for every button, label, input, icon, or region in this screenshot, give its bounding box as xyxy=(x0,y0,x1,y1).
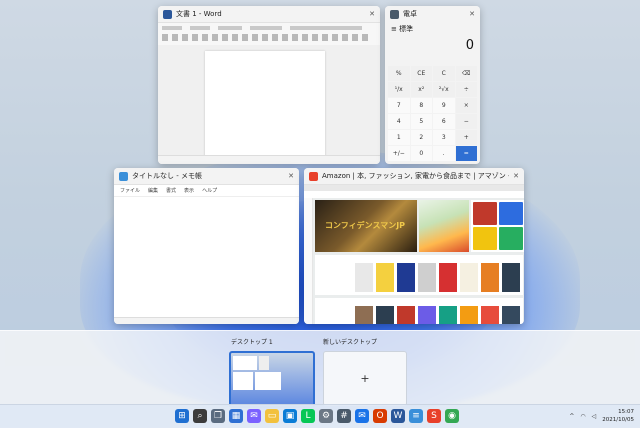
calculator-key[interactable]: % xyxy=(388,66,410,81)
calculator-key[interactable]: ÷ xyxy=(455,82,477,97)
clock-date: 2021/10/05 xyxy=(602,417,634,423)
browser-title: Amazon | 本, ファッション, 家電から食品まで | アマゾン - Si… xyxy=(322,172,509,180)
notepad-titlebar[interactable]: タイトルなし - メモ帳 ✕ xyxy=(114,168,299,185)
notepad-window[interactable]: タイトルなし - メモ帳 ✕ ファイル 編集 書式 表示 ヘルプ xyxy=(114,168,299,324)
notepad-title: タイトルなし - メモ帳 xyxy=(132,172,202,180)
close-icon[interactable]: ✕ xyxy=(288,172,294,180)
calculator-key[interactable]: 7 xyxy=(388,98,410,113)
notepad-app-icon xyxy=(119,171,128,181)
taskbar: ⊞ ⌕ ❐ ▦ ✉ ▭ ▣ L ⚙ # ✉ O W ≡ S ◉ ^ ◠ ◁ 15:07 2021/10/05 xyxy=(0,404,640,428)
word-title: 文書 1 - Word xyxy=(176,10,222,18)
taskview-icon[interactable]: ❐ xyxy=(211,409,225,423)
desktop-1-thumbnail[interactable] xyxy=(229,351,315,408)
notepad-menu-item[interactable]: 編集 xyxy=(148,187,158,194)
line-icon[interactable]: L xyxy=(301,409,315,423)
calculator-key[interactable]: ⌫ xyxy=(455,66,477,81)
calculator-key[interactable]: 5 xyxy=(410,114,432,129)
calculator-key[interactable]: 6 xyxy=(433,114,455,129)
promo-food-tile[interactable] xyxy=(419,200,469,252)
close-icon[interactable]: ✕ xyxy=(369,10,375,18)
office-icon[interactable]: O xyxy=(373,409,387,423)
word-page[interactable] xyxy=(205,51,325,159)
sidekick-sidebar[interactable] xyxy=(304,198,313,324)
calculator-key[interactable]: . xyxy=(433,146,455,161)
notepad-menu-item[interactable]: 書式 xyxy=(166,187,176,194)
calculator-key[interactable]: 9 xyxy=(433,98,455,113)
plus-icon: + xyxy=(360,372,370,385)
calculator-key[interactable]: 0 xyxy=(410,146,432,161)
calculator-window[interactable]: 電卓 ✕ ≡ 標準 0 % CE C ⌫ ¹/x x² ²√x ÷ 7 8 9 × 4 5 6− 1 2 3 + +/… xyxy=(385,6,480,164)
word-canvas xyxy=(158,45,380,159)
calculator-key[interactable]: x² xyxy=(410,82,432,97)
product-shelf xyxy=(315,255,523,295)
sidekick-icon[interactable]: S xyxy=(427,409,441,423)
desktop-1[interactable]: デスクトップ 1 xyxy=(229,337,315,408)
virtual-desktop-strip: デスクトップ 1 新しいデスクトップ + xyxy=(0,330,640,408)
calculator-key[interactable]: − xyxy=(455,114,477,129)
new-desktop[interactable]: 新しいデスクトップ + xyxy=(323,337,407,406)
volume-icon[interactable]: ◁ xyxy=(592,413,597,420)
word-titlebar[interactable]: 文書 1 - Word ✕ xyxy=(158,6,380,23)
calculator-key[interactable]: 4 xyxy=(388,114,410,129)
hero-banner[interactable]: コンフィデンスマンJP xyxy=(315,200,417,252)
desktop-1-label: デスクトップ 1 xyxy=(231,339,273,346)
search-icon[interactable]: ⌕ xyxy=(193,409,207,423)
word-ribbon[interactable] xyxy=(158,23,380,46)
clock-time: 15:07 xyxy=(618,409,634,415)
calculator-key[interactable]: CE xyxy=(410,66,432,81)
calculator-key[interactable]: 2 xyxy=(410,130,432,145)
explorer-icon[interactable]: ▭ xyxy=(265,409,279,423)
word-window[interactable]: 文書 1 - Word ✕ xyxy=(158,6,380,164)
calculator-key[interactable]: ²√x xyxy=(433,82,455,97)
calculator-key[interactable]: + xyxy=(455,130,477,145)
calculator-key[interactable]: × xyxy=(455,98,477,113)
calculator-icon[interactable]: # xyxy=(337,409,351,423)
notepad-statusbar xyxy=(114,317,299,324)
close-icon[interactable]: ✕ xyxy=(469,10,475,18)
clock[interactable]: 15:07 2021/10/05 xyxy=(602,408,634,424)
calculator-key[interactable]: C xyxy=(433,66,455,81)
calculator-title: 電卓 xyxy=(403,10,417,18)
notepad-menubar: ファイル 編集 書式 表示 ヘルプ xyxy=(114,185,299,197)
widgets-icon[interactable]: ▦ xyxy=(229,409,243,423)
calculator-app-icon xyxy=(390,9,399,19)
new-desktop-label: 新しいデスクトップ xyxy=(323,339,378,346)
notepad-menu-item[interactable]: ヘルプ xyxy=(202,187,217,194)
settings-icon[interactable]: ⚙ xyxy=(319,409,333,423)
calculator-key[interactable]: 3 xyxy=(433,130,455,145)
new-desktop-button[interactable]: + xyxy=(323,351,407,406)
taskbar-apps: ⊞ ⌕ ❐ ▦ ✉ ▭ ▣ L ⚙ # ✉ O W ≡ S ◉ xyxy=(175,409,459,423)
word-statusbar xyxy=(158,155,380,164)
chevron-up-icon[interactable]: ^ xyxy=(569,413,574,420)
mail-icon[interactable]: ✉ xyxy=(355,409,369,423)
calculator-key[interactable]: = xyxy=(455,146,477,161)
calculator-key[interactable]: 8 xyxy=(410,98,432,113)
promo-books-tile[interactable] xyxy=(471,200,524,252)
chat-icon[interactable]: ✉ xyxy=(247,409,261,423)
notepad-menu-item[interactable]: ファイル xyxy=(120,187,140,194)
browser-window[interactable]: Amazon | 本, ファッション, 家電から食品まで | アマゾン - Si… xyxy=(304,168,524,324)
calculator-keypad: % CE C ⌫ ¹/x x² ²√x ÷ 7 8 9 × 4 5 6− 1 2 3 + +/− 0. = xyxy=(388,66,477,161)
calculator-mode[interactable]: ≡ 標準 xyxy=(385,22,480,36)
wifi-icon[interactable]: ◠ xyxy=(580,413,585,420)
calculator-key[interactable]: ¹/x xyxy=(388,82,410,97)
browser-titlebar[interactable]: Amazon | 本, ファッション, 家電から食品まで | アマゾン - Si… xyxy=(304,168,524,185)
calculator-titlebar[interactable]: 電卓 ✕ xyxy=(385,6,480,22)
system-tray: ^ ◠ ◁ 15:07 2021/10/05 xyxy=(569,408,634,424)
chrome-icon[interactable]: ◉ xyxy=(445,409,459,423)
store-icon[interactable]: ▣ xyxy=(283,409,297,423)
amazon-page[interactable]: コンフィデンスマンJP xyxy=(313,198,524,324)
sidekick-app-icon xyxy=(309,171,318,181)
close-icon[interactable]: ✕ xyxy=(513,172,519,180)
product-shelf xyxy=(315,298,523,324)
hero-title: コンフィデンスマンJP xyxy=(325,221,406,230)
word-app-icon xyxy=(163,9,172,19)
calculator-key[interactable]: 1 xyxy=(388,130,410,145)
word-icon[interactable]: W xyxy=(391,409,405,423)
start-icon[interactable]: ⊞ xyxy=(175,409,189,423)
calculator-key[interactable]: +/− xyxy=(388,146,410,161)
notepad-menu-item[interactable]: 表示 xyxy=(184,187,194,194)
calculator-display: 0 xyxy=(465,38,474,53)
notepad-icon[interactable]: ≡ xyxy=(409,409,423,423)
